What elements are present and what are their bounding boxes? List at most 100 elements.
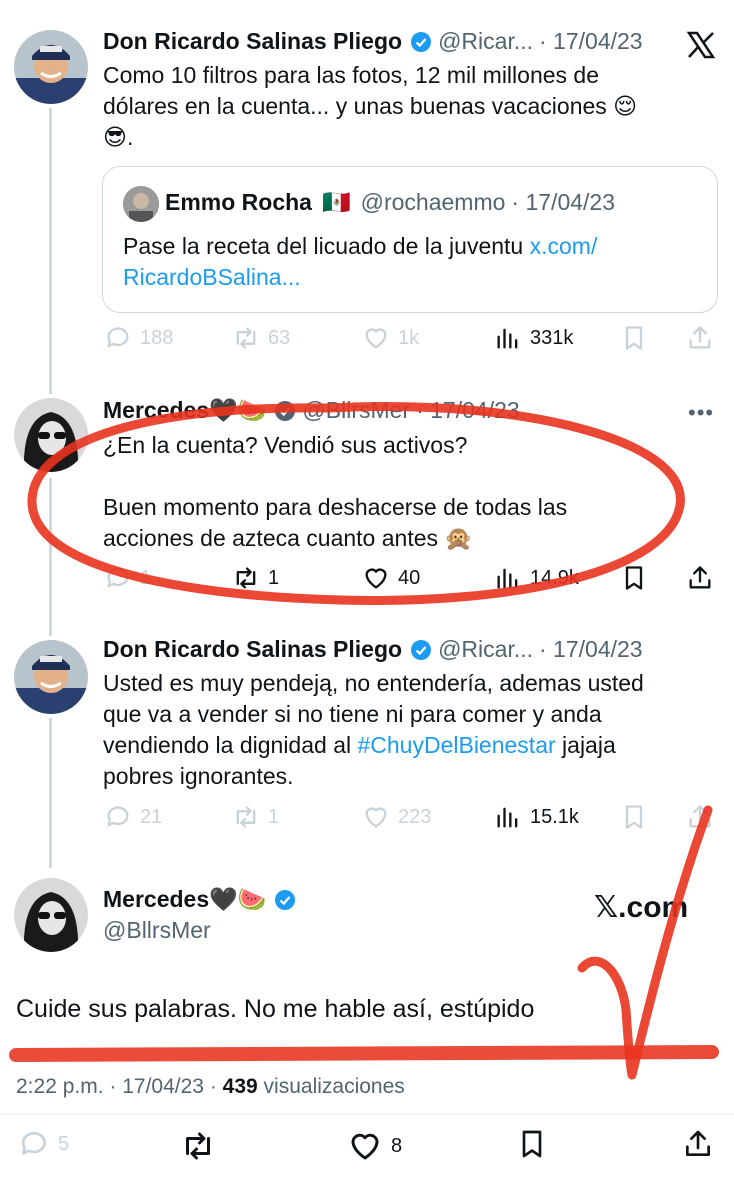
tweet-text: ¿En la cuenta? Vendió sus activos? Buen … — [103, 430, 567, 554]
author-name[interactable]: Mercedes🖤🍉 — [103, 886, 266, 913]
reply-button[interactable]: 5 — [18, 1128, 69, 1160]
verified-icon — [410, 31, 432, 53]
tweet-text-line: pobres ignorantes. — [103, 763, 294, 789]
retweet-icon — [236, 567, 256, 589]
tweet-date[interactable]: · 17/04/23 · — [109, 1075, 216, 1098]
views-icon — [497, 807, 518, 828]
bookmark-button[interactable] — [620, 324, 648, 352]
retweet-button[interactable]: 1 — [232, 803, 279, 831]
verified-icon — [274, 400, 296, 422]
divider — [0, 1114, 734, 1115]
bookmark-icon — [625, 566, 643, 590]
quoted-tweet[interactable]: Emmo Rocha 🇲🇽 @rochaemmo · 17/04/23 Pase… — [102, 166, 718, 313]
tweet-text-line: ¿En la cuenta? Vendió sus activos? — [103, 432, 468, 458]
retweet-icon — [236, 327, 256, 349]
views-icon — [497, 568, 518, 589]
author-handle[interactable]: @Ricar... — [438, 28, 533, 55]
reply-button[interactable]: 1 — [104, 564, 151, 592]
share-button[interactable] — [686, 803, 714, 831]
quote-header: Emmo Rocha 🇲🇽 @rochaemmo · 17/04/23 — [165, 189, 615, 216]
views-button[interactable]: 331k — [494, 324, 573, 352]
quote-author-handle: @rochaemmo — [360, 189, 506, 215]
hashtag-link[interactable]: #ChuyDelBienestar — [357, 732, 555, 758]
x-logo-icon[interactable] — [686, 30, 716, 60]
like-button[interactable]: 223 — [362, 803, 431, 831]
share-button[interactable] — [686, 564, 714, 592]
retweet-icon — [186, 1132, 210, 1160]
like-button[interactable]: 1k — [362, 324, 419, 352]
bookmark-button[interactable] — [620, 803, 648, 831]
author-handle[interactable]: @BllrsMer — [103, 917, 211, 944]
quote-date: · 17/04/23 — [511, 189, 616, 215]
watermark: 𝕏.com — [594, 891, 689, 924]
tweet-text-line: vendiendo la dignidad al #ChuyDelBienest… — [103, 732, 616, 758]
like-button[interactable]: 8 — [347, 1128, 402, 1164]
tweet-actions: 188 63 1k 331k — [0, 324, 734, 358]
author-name[interactable]: Mercedes🖤🍉 — [103, 397, 266, 424]
bookmark-button[interactable] — [620, 564, 648, 592]
focused-meta: 2:22 p.m. · 17/04/23 · 439 visualizacion… — [16, 1075, 405, 1099]
like-button[interactable]: 40 — [362, 564, 420, 592]
share-icon — [689, 805, 711, 828]
heart-icon — [365, 568, 387, 589]
views-icon — [497, 328, 518, 349]
retweet-button[interactable]: 63 — [232, 324, 290, 352]
views-count: 439 — [222, 1075, 258, 1098]
share-button[interactable] — [682, 1128, 714, 1160]
thread-line — [49, 718, 52, 868]
quote-link[interactable]: x.com/ — [530, 233, 598, 259]
reply-icon — [107, 327, 129, 348]
avatar[interactable] — [14, 30, 88, 104]
quote-avatar — [123, 186, 159, 222]
author-handle[interactable]: @BllrsMer — [302, 397, 410, 424]
verified-icon — [274, 889, 296, 911]
reply-button[interactable]: 21 — [104, 803, 162, 831]
retweet-button[interactable] — [180, 1128, 216, 1164]
bookmark-icon — [625, 326, 643, 350]
views-button[interactable]: 15.1k — [494, 803, 579, 831]
focused-actions: 5 8 — [0, 1128, 734, 1162]
views-label: visualizaciones — [263, 1075, 405, 1098]
bookmark-icon — [625, 805, 643, 829]
tweet-header: Mercedes🖤🍉 @BllrsMer · 17/04/23 — [103, 397, 520, 424]
focused-text: Cuide sus palabras. No me hable así, est… — [16, 995, 535, 1023]
tweet-text-line: Como 10 filtros para las fotos, 12 mil m… — [103, 62, 599, 88]
avatar[interactable] — [14, 640, 88, 714]
tweet-date[interactable]: · 17/04/23 — [539, 28, 643, 55]
retweet-icon — [236, 806, 256, 828]
tweet-text: Como 10 filtros para las fotos, 12 mil m… — [103, 60, 637, 153]
focused-header: Mercedes🖤🍉 — [103, 886, 302, 913]
red-checkmark-annotation — [577, 805, 713, 1080]
views-button[interactable]: 14.9k — [494, 564, 579, 592]
reply-icon — [107, 806, 129, 827]
red-underline-annotation — [9, 1045, 719, 1062]
more-options-icon[interactable]: ••• — [688, 400, 714, 426]
tweet-text-line: Buen momento para deshacerse de todas la… — [103, 494, 568, 520]
tweet-text-line: que va a vender si no tiene ni para come… — [103, 701, 602, 727]
retweet-button[interactable]: 1 — [232, 564, 279, 592]
share-button[interactable] — [686, 324, 714, 352]
author-name[interactable]: Don Ricardo Salinas Pliego — [103, 636, 402, 663]
quote-author-name: Emmo Rocha — [165, 189, 312, 215]
tweet-date[interactable]: · 17/04/23 — [539, 636, 643, 663]
tweet-time[interactable]: 2:22 p.m. — [16, 1075, 104, 1098]
avatar[interactable] — [14, 398, 88, 472]
heart-icon — [365, 807, 387, 828]
author-handle[interactable]: @Ricar... — [438, 636, 533, 663]
quote-link[interactable]: RicardoBSalina... — [123, 264, 301, 290]
quote-text: Pase la receta del licuado de la juventu… — [123, 231, 713, 293]
share-icon — [689, 326, 711, 349]
bookmark-button[interactable] — [516, 1128, 548, 1160]
tweet-text-line: acciones de azteca cuanto antes 🙊 — [103, 525, 474, 551]
tweet-text: Usted es muy pendeją, no entendería, ade… — [103, 668, 644, 792]
reply-button[interactable]: 188 — [104, 324, 173, 352]
bookmark-icon — [522, 1130, 542, 1158]
tweet-date[interactable]: · 17/04/23 — [416, 397, 520, 424]
heart-icon — [365, 328, 387, 349]
mexico-flag-icon: 🇲🇽 — [321, 189, 351, 215]
tweet-text-line: dólares en la cuenta... y unas buenas va… — [103, 93, 638, 119]
tweet-text-line: Usted es muy pendeją, no entendería, ade… — [103, 670, 644, 696]
avatar[interactable] — [14, 878, 88, 952]
author-name[interactable]: Don Ricardo Salinas Pliego — [103, 28, 402, 55]
share-icon — [686, 1130, 710, 1156]
